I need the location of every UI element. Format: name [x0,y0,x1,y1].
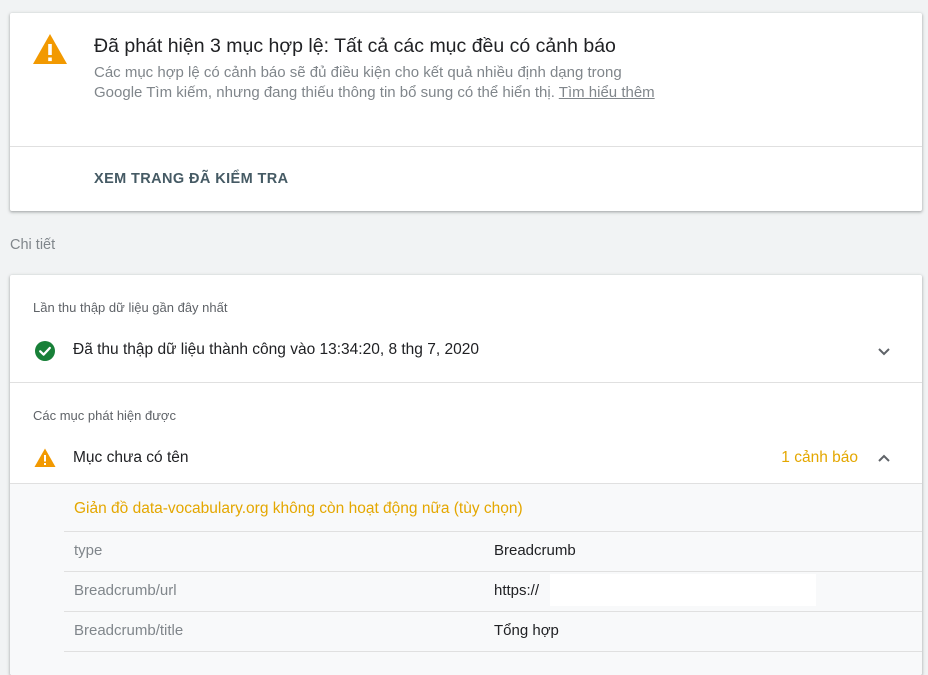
property-value: https:// [494,582,540,599]
schema-warning: Giản đồ data-vocabulary.org không còn ho… [74,500,523,517]
item-details-panel: Giản đồ data-vocabulary.org không còn ho… [10,483,922,675]
summary-title: Đã phát hiện 3 mục hợp lệ: Tất cả các mụ… [94,35,616,57]
check-circle-icon [35,341,55,361]
chevron-down-icon[interactable] [872,339,896,363]
learn-more-link[interactable]: Tìm hiểu thêm [559,84,655,101]
warning-icon [32,33,68,65]
summary-card: Đã phát hiện 3 mục hợp lệ: Tất cả các mụ… [10,13,922,211]
table-row: Breadcrumb/title Tổng hợp [64,611,922,651]
view-tested-page-button[interactable]: XEM TRANG ĐÃ KIỂM TRA [84,163,298,195]
property-value: Breadcrumb [494,542,576,559]
property-key: type [74,542,103,559]
item-name: Mục chưa có tên [73,449,189,466]
details-heading: Chi tiết [10,237,56,253]
property-value: Tổng hợp [494,622,559,639]
detected-items-label: Các mục phát hiện được [33,408,176,423]
property-key: Breadcrumb/title [74,622,184,639]
crawl-status: Đã thu thập dữ liệu thành công vào 13:34… [73,341,479,358]
chevron-up-icon[interactable] [872,447,896,471]
redacted-area [550,574,816,606]
divider [10,146,922,147]
property-key: Breadcrumb/url [74,582,177,599]
warning-count: 1 cảnh báo [781,449,858,466]
warning-icon [34,448,56,468]
summary-description-text: Các mục hợp lệ có cảnh báo sẽ đủ điều ki… [94,64,622,101]
table-row [64,651,922,675]
divider [10,382,922,383]
details-card: Lần thu thập dữ liệu gần đây nhất Đã thu… [10,275,922,675]
table-row: type Breadcrumb [64,531,922,571]
table-row: Breadcrumb/url https:// [64,571,922,611]
summary-description: Các mục hợp lệ có cảnh báo sẽ đủ điều ki… [94,63,674,103]
crawl-label: Lần thu thập dữ liệu gần đây nhất [33,300,228,315]
